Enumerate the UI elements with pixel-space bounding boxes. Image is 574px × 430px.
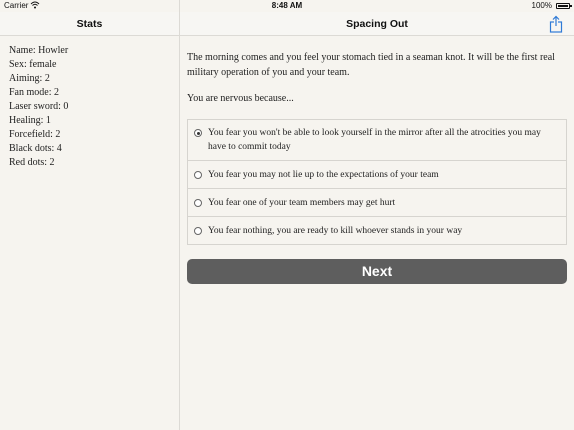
choice-option[interactable]: You fear one of your team members may ge… xyxy=(188,189,566,217)
stat-fan-mode: Fan mode: 2 xyxy=(9,87,59,98)
split-divider xyxy=(179,0,180,430)
radio-icon[interactable] xyxy=(194,171,202,179)
choice-option[interactable]: You fear you may not lie up to the expec… xyxy=(188,161,566,189)
radio-icon[interactable] xyxy=(194,199,202,207)
story-text: The morning comes and you feel your stom… xyxy=(187,52,555,78)
sidebar-title: Stats xyxy=(0,12,179,36)
next-button[interactable]: Next xyxy=(187,259,567,284)
share-button[interactable] xyxy=(548,15,564,33)
stats-list: Name: Howler Sex: female Aiming: 2 Fan m… xyxy=(9,44,174,170)
choice-label: You fear you won't be able to look yours… xyxy=(208,128,541,152)
stat-laser-sword: Laser sword: 0 xyxy=(9,101,69,112)
choice-option[interactable]: You fear you won't be able to look yours… xyxy=(188,120,566,161)
stat-name: Name: Howler xyxy=(9,45,69,56)
battery-icon xyxy=(556,3,572,9)
stat-black-dots: Black dots: 4 xyxy=(9,143,62,154)
radio-icon[interactable] xyxy=(194,227,202,235)
stat-red-dots: Red dots: 2 xyxy=(9,157,55,168)
choice-label: You fear one of your team members may ge… xyxy=(208,198,396,208)
main-header: Spacing Out xyxy=(180,12,574,36)
stat-healing: Healing: 1 xyxy=(9,115,51,126)
choice-label: You fear you may not lie up to the expec… xyxy=(208,170,439,180)
question-text: You are nervous because... xyxy=(187,93,294,104)
status-bar: Carrier 8:48 AM 100% xyxy=(0,0,574,12)
choice-label: You fear nothing, you are ready to kill … xyxy=(208,226,463,236)
stat-forcefield: Forcefield: 2 xyxy=(9,129,61,140)
page-title: Spacing Out xyxy=(346,18,408,30)
radio-selected-icon[interactable] xyxy=(194,129,202,137)
choice-list: You fear you won't be able to look yours… xyxy=(187,119,567,245)
battery-percent: 100% xyxy=(531,1,552,10)
stat-aiming: Aiming: 2 xyxy=(9,73,50,84)
choice-option[interactable]: You fear nothing, you are ready to kill … xyxy=(188,217,566,244)
share-icon xyxy=(549,15,563,33)
clock: 8:48 AM xyxy=(271,1,303,10)
stat-sex: Sex: female xyxy=(9,59,57,70)
